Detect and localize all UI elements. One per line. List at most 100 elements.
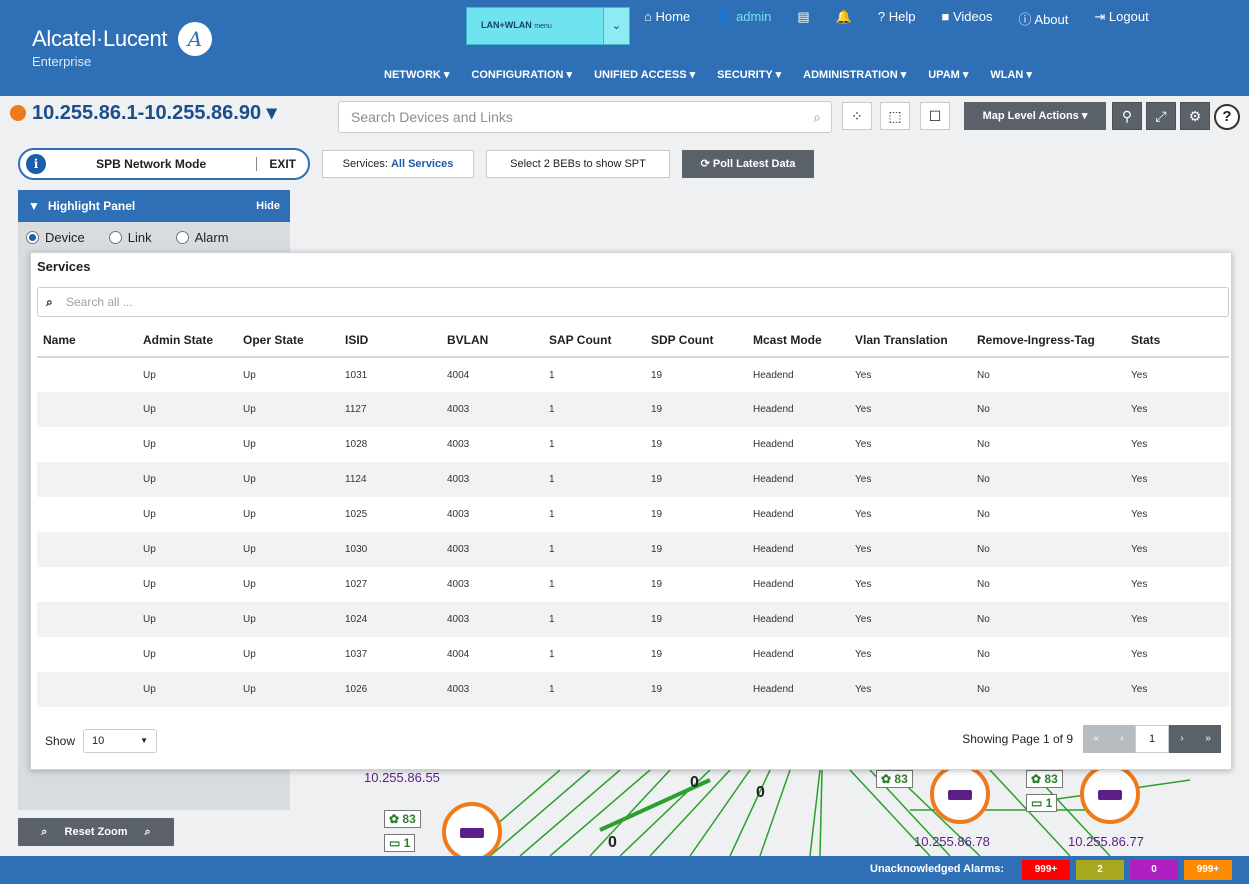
expand-icon[interactable]: ⤢ <box>1146 102 1176 130</box>
checkbox-icon[interactable]: ☐ <box>920 102 950 130</box>
cell-sdp-count: 19 <box>645 637 747 672</box>
table-row[interactable]: Up Up 1127 4003 1 19 Headend Yes No Yes <box>37 392 1229 427</box>
home-link[interactable]: ⌂ Home <box>644 9 690 28</box>
alarm-minor-badge[interactable]: 0 <box>1130 860 1178 880</box>
logout-link[interactable]: ⇥ Logout <box>1094 9 1148 28</box>
col-oper-state[interactable]: Oper State <box>237 323 339 358</box>
network-map[interactable]: 10.255.86.55 10.255.86.78 10.255.86.77 ✿… <box>290 764 1249 862</box>
table-row[interactable]: Up Up 1030 4003 1 19 Headend Yes No Yes <box>37 532 1229 567</box>
notifications-bell-icon[interactable]: 🔔 <box>836 9 852 28</box>
radio-device[interactable]: Device <box>26 230 85 245</box>
device-node[interactable] <box>930 764 990 824</box>
col-sdp-count[interactable]: SDP Count <box>645 323 747 358</box>
video-icon: ■ <box>941 9 950 24</box>
device-node[interactable] <box>1080 764 1140 824</box>
col-stats[interactable]: Stats <box>1125 323 1229 358</box>
lan-wlan-sub: menu <box>534 23 552 30</box>
about-link[interactable]: ⓘ About <box>1018 9 1068 28</box>
last-page-icon[interactable]: » <box>1195 725 1221 753</box>
col-sap-count[interactable]: SAP Count <box>543 323 645 358</box>
hide-button[interactable]: Hide <box>256 200 280 212</box>
cell-oper-state: Up <box>237 672 339 707</box>
device-search-input[interactable]: Search Devices and Links ⌕ <box>338 101 832 133</box>
link-label: 0 <box>608 834 617 851</box>
cluster-icon[interactable]: ⁘ <box>842 102 872 130</box>
table-row[interactable]: Up Up 1024 4003 1 19 Headend Yes No Yes <box>37 602 1229 637</box>
next-page-icon[interactable]: › <box>1169 725 1195 753</box>
status-dot-icon <box>10 104 26 121</box>
cell-remove-ingress-tag: No <box>971 357 1125 392</box>
help-circle-icon[interactable]: ? <box>1214 104 1240 130</box>
videos-link[interactable]: ■ Videos <box>941 9 992 28</box>
col-bvlan[interactable]: BVLAN <box>441 323 543 358</box>
cell-vlan-translation: Yes <box>849 532 971 567</box>
table-row[interactable]: Up Up 1028 4003 1 19 Headend Yes No Yes <box>37 427 1229 462</box>
alarm-warning-badge[interactable]: 999+ <box>1184 860 1232 880</box>
cell-sdp-count: 19 <box>645 602 747 637</box>
lan-wlan-menu[interactable]: LAN+WLAN menu ⌄ <box>466 7 630 45</box>
prev-page-icon[interactable]: ‹ <box>1109 725 1135 753</box>
list-icon[interactable]: ▤ <box>797 9 809 28</box>
user-menu[interactable]: 👤 admin <box>716 9 771 28</box>
nav-security[interactable]: SECURITY ▾ <box>717 68 781 81</box>
cell-name <box>37 392 137 427</box>
pin-icon[interactable]: ⚲ <box>1112 102 1142 130</box>
nav-network[interactable]: NETWORK ▾ <box>384 68 449 81</box>
cell-sdp-count: 19 <box>645 567 747 602</box>
nav-administration[interactable]: ADMINISTRATION ▾ <box>803 68 906 81</box>
table-header-row: Name Admin State Oper State ISID BVLAN S… <box>37 323 1229 358</box>
device-search-placeholder: Search Devices and Links <box>351 109 513 125</box>
exit-button[interactable]: EXIT <box>256 157 308 171</box>
col-vlan-translation[interactable]: Vlan Translation <box>849 323 971 358</box>
brand-logo[interactable]: Alcatel·Lucent Enterprise <box>32 26 168 69</box>
cell-name <box>37 462 137 497</box>
current-page-input[interactable]: 1 <box>1135 725 1169 753</box>
poll-latest-data-button[interactable]: ⟳ Poll Latest Data <box>682 150 814 178</box>
ip-range-selector[interactable]: 10.255.86.1-10.255.86.90 ▾ <box>10 100 277 125</box>
help-link[interactable]: ? Help <box>878 9 916 28</box>
alarm-major-badge[interactable]: 2 <box>1076 860 1124 880</box>
radio-alarm[interactable]: Alarm <box>175 230 229 245</box>
map-level-actions-button[interactable]: Map Level Actions ▾ <box>964 102 1106 130</box>
app-header: Alcatel·Lucent Enterprise A LAN+WLAN men… <box>0 0 1249 96</box>
nav-upam[interactable]: UPAM ▾ <box>928 68 968 81</box>
first-page-icon[interactable]: « <box>1083 725 1109 753</box>
nav-unified-access[interactable]: UNIFIED ACCESS ▾ <box>594 68 695 81</box>
chevron-down-icon[interactable]: ⌄ <box>603 8 629 44</box>
select-area-icon[interactable]: ⬚ <box>880 102 910 130</box>
cell-isid: 1024 <box>339 602 441 637</box>
cell-bvlan: 4003 <box>441 602 543 637</box>
gear-icon[interactable]: ⚙ <box>1180 102 1210 130</box>
select-bebs-button[interactable]: Select 2 BEBs to show SPT <box>486 150 670 178</box>
page-size-select[interactable]: 10 ▼ <box>83 729 158 753</box>
services-filter-button[interactable]: Services: All Services <box>322 150 474 178</box>
table-row[interactable]: Up Up 1026 4003 1 19 Headend Yes No Yes <box>37 672 1229 707</box>
search-icon: ⌕ <box>813 109 821 125</box>
col-admin-state[interactable]: Admin State <box>137 323 237 358</box>
status-bar: Unacknowledged Alarms: 999+ 2 0 999+ <box>0 856 1249 884</box>
table-row[interactable]: Up Up 1037 4004 1 19 Headend Yes No Yes <box>37 637 1229 672</box>
filter-icon: ▼ <box>28 199 40 213</box>
table-row[interactable]: Up Up 1031 4004 1 19 Headend Yes No Yes <box>37 357 1229 392</box>
cell-sap-count: 1 <box>543 497 645 532</box>
table-row[interactable]: Up Up 1025 4003 1 19 Headend Yes No Yes <box>37 497 1229 532</box>
services-search-input[interactable]: ⌕ Search all ... <box>37 287 1229 317</box>
radio-link[interactable]: Link <box>108 230 152 245</box>
col-mcast-mode[interactable]: Mcast Mode <box>747 323 849 358</box>
col-remove-ingress-tag[interactable]: Remove-Ingress-Tag <box>971 323 1125 358</box>
alarm-critical-badge[interactable]: 999+ <box>1022 860 1070 880</box>
nav-configuration[interactable]: CONFIGURATION ▾ <box>471 68 572 81</box>
map-ip-label: 10.255.86.78 <box>914 834 990 849</box>
table-row[interactable]: Up Up 1124 4003 1 19 Headend Yes No Yes <box>37 462 1229 497</box>
col-name[interactable]: Name <box>37 323 137 358</box>
cell-oper-state: Up <box>237 497 339 532</box>
device-node[interactable] <box>442 802 502 862</box>
reset-zoom-button[interactable]: ⌕ Reset Zoom ⌕ <box>18 818 174 846</box>
cell-isid: 1025 <box>339 497 441 532</box>
col-isid[interactable]: ISID <box>339 323 441 358</box>
cell-stats: Yes <box>1125 462 1229 497</box>
table-row[interactable]: Up Up 1027 4003 1 19 Headend Yes No Yes <box>37 567 1229 602</box>
nav-wlan[interactable]: WLAN ▾ <box>990 68 1032 81</box>
cell-vlan-translation: Yes <box>849 427 971 462</box>
cell-sdp-count: 19 <box>645 462 747 497</box>
